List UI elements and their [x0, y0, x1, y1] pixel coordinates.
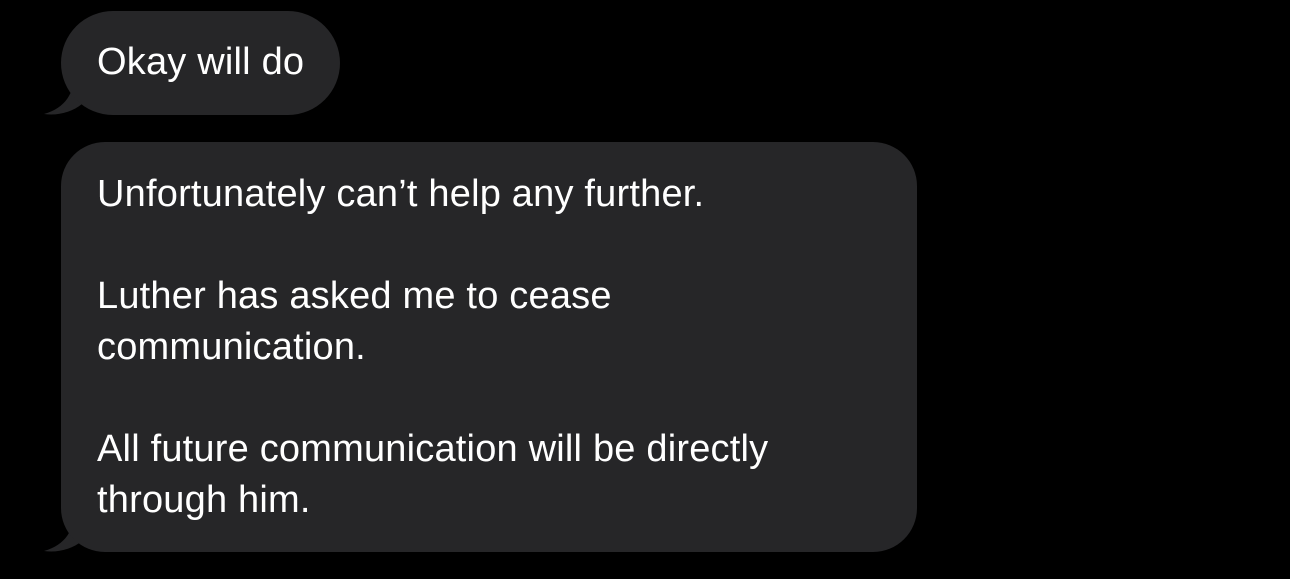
message-bubble[interactable]: Okay will do [61, 11, 341, 115]
message-text: Okay will do [97, 41, 305, 83]
message-thread: Okay will do Unfortunately can’t help an… [0, 0, 1290, 579]
message-bubble[interactable]: Unfortunately can’t help any further. Lu… [61, 142, 917, 552]
message-text: Unfortunately can’t help any further. [97, 173, 705, 215]
message-text: Luther has asked me to cease communicati… [97, 275, 612, 368]
message-text: All future communication will be directl… [97, 428, 769, 521]
